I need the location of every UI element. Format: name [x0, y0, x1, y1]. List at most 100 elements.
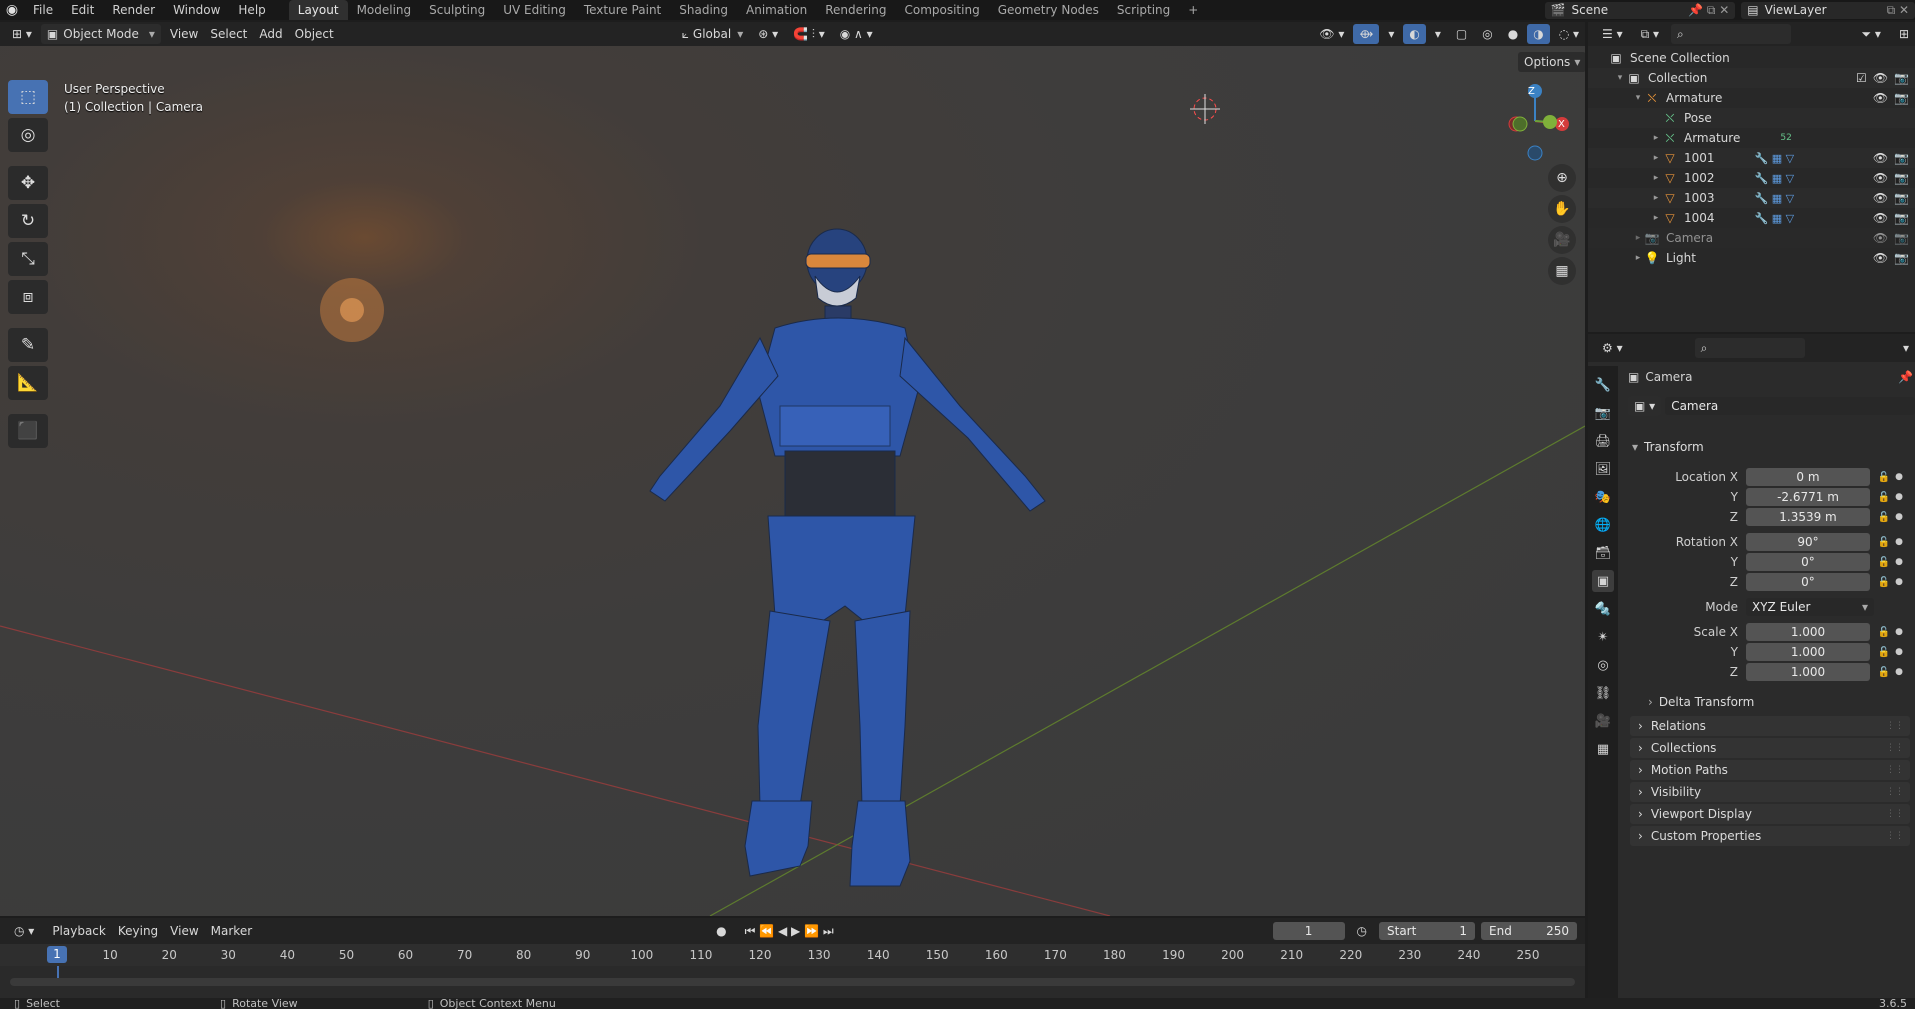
chevron-down-icon[interactable]: ▾ — [1897, 338, 1915, 358]
rotation-z-field[interactable]: 0° — [1746, 573, 1870, 591]
camera-render-icon[interactable]: 📷 — [1894, 211, 1909, 225]
tab-data[interactable]: 🎥 — [1592, 710, 1614, 732]
rotation-x-field[interactable]: 90° — [1746, 533, 1870, 551]
outliner-editor-type-icon[interactable]: ☰ ▾ — [1596, 24, 1629, 44]
gizmo-toggle-icon[interactable]: ⟴ — [1353, 24, 1380, 44]
panel-collections[interactable]: › Collections ⋮⋮ — [1630, 738, 1910, 758]
keyframe-dot-icon[interactable]: ● — [1894, 472, 1904, 482]
drag-handle-icon[interactable]: ⋮⋮ — [1886, 765, 1904, 775]
visibility-icon[interactable]: 👁 ▾ — [1313, 24, 1350, 44]
tab-uv-editing[interactable]: UV Editing — [494, 0, 575, 20]
display-mode-icon[interactable]: ⧉ ▾ — [1635, 24, 1665, 44]
outliner-row-pose[interactable]: ⛌ Pose — [1588, 108, 1915, 128]
rotate-tool[interactable]: ↻ — [8, 204, 48, 238]
eye-icon[interactable]: 👁 — [1873, 211, 1888, 225]
properties-editor-type-icon[interactable]: ⚙ ▾ — [1596, 338, 1629, 358]
options-dropdown[interactable]: Options ▾ — [1518, 52, 1585, 72]
tab-modifiers[interactable]: 🔩 — [1592, 598, 1614, 620]
timeline-menu-playback[interactable]: Playback — [46, 921, 112, 941]
lock-icon[interactable]: 🔓 — [1874, 667, 1894, 678]
annotate-tool[interactable]: ✎ — [8, 328, 48, 362]
outliner-row-light[interactable]: ▸ 💡 Light 👁 📷 — [1588, 248, 1915, 268]
properties-search-field[interactable]: ⌕ — [1694, 338, 1805, 358]
scale-tool[interactable]: ⤡ — [8, 242, 48, 276]
wireframe-shading-icon[interactable]: ◎ — [1476, 24, 1498, 44]
keyframe-dot-icon[interactable]: ● — [1894, 512, 1904, 522]
menu-help[interactable]: Help — [229, 0, 274, 20]
lock-icon[interactable]: 🔓 — [1874, 627, 1894, 638]
drag-handle-icon[interactable]: ⋮⋮ — [1886, 743, 1904, 753]
eye-icon[interactable]: 👁 — [1873, 231, 1888, 245]
view-layer-selector[interactable]: ▤ ViewLayer ⧉ ✕ — [1741, 1, 1915, 19]
delta-transform-subpanel[interactable]: › Delta Transform — [1648, 695, 1754, 709]
outliner-row-1001[interactable]: ▸ ▽ 1001 🔧 ▦ ▽ 👁 📷 — [1588, 148, 1915, 168]
keyframe-dot-icon[interactable]: ● — [1894, 492, 1904, 502]
tab-scene[interactable]: 🎭 — [1592, 486, 1614, 508]
tab-rendering[interactable]: Rendering — [816, 0, 895, 20]
proportional-edit-icon[interactable]: ◉ ∧ ▾ — [834, 24, 879, 44]
keyframe-dot-icon[interactable]: ● — [1894, 667, 1904, 677]
tab-scripting[interactable]: Scripting — [1108, 0, 1179, 20]
xray-icon[interactable]: ▢ — [1450, 24, 1473, 44]
lock-icon[interactable]: 🔓 — [1874, 647, 1894, 658]
3d-viewport[interactable]: Z X User Perspective (1) Collection | Ca… — [0, 46, 1585, 916]
gizmo-dropdown-icon[interactable]: ▾ — [1382, 24, 1400, 44]
outliner-row-1003[interactable]: ▸ ▽ 1003 🔧 ▦ ▽ 👁 📷 — [1588, 188, 1915, 208]
add-workspace-button[interactable]: + — [1179, 0, 1207, 20]
tab-render[interactable]: 📷 — [1592, 402, 1614, 424]
pan-button[interactable]: ✋ — [1548, 195, 1576, 223]
expand-arrow-icon[interactable]: ▸ — [1650, 213, 1662, 223]
scene-selector[interactable]: 🎬 Scene 📌 ⧉ ✕ — [1544, 1, 1736, 19]
outliner-row-armature[interactable]: ▾ ⛌ Armature 👁 📷 — [1588, 88, 1915, 108]
drag-handle-icon[interactable]: ⋮⋮ — [1886, 721, 1904, 731]
lock-icon[interactable]: 🔓 — [1874, 537, 1894, 548]
camera-render-icon[interactable]: 📷 — [1894, 191, 1909, 205]
transform-panel-header[interactable]: ▾ Transform — [1632, 440, 1704, 454]
eye-icon[interactable]: 👁 — [1873, 191, 1888, 205]
new-collection-icon[interactable]: ⊞ — [1893, 24, 1915, 44]
drag-handle-icon[interactable]: ⋮⋮ — [1886, 787, 1904, 797]
zoom-button[interactable]: ⊕ — [1548, 164, 1576, 192]
lock-icon[interactable]: 🔓 — [1874, 577, 1894, 588]
tab-texture[interactable]: ▦ — [1592, 738, 1614, 760]
tab-modeling[interactable]: Modeling — [348, 0, 421, 20]
tab-geometry-nodes[interactable]: Geometry Nodes — [989, 0, 1108, 20]
keyframe-dot-icon[interactable]: ● — [1894, 647, 1904, 657]
blender-logo-icon[interactable]: ◉ — [0, 2, 24, 18]
tab-output[interactable]: 🖨 — [1592, 430, 1614, 452]
outliner-row-camera[interactable]: ▸ 📷 Camera 👁 📷 — [1588, 228, 1915, 248]
expand-arrow-icon[interactable]: ▸ — [1632, 233, 1644, 243]
scale-y-field[interactable]: 1.000 — [1746, 643, 1870, 661]
camera-render-icon[interactable]: 📷 — [1894, 151, 1909, 165]
mode-dropdown[interactable]: ▣ Object Mode ▾ — [40, 24, 161, 44]
outliner-search-field[interactable]: ⌕ — [1671, 24, 1792, 44]
lock-icon[interactable]: 🔓 — [1874, 492, 1894, 503]
outliner-row-1004[interactable]: ▸ ▽ 1004 🔧 ▦ ▽ 👁 📷 — [1588, 208, 1915, 228]
overlay-toggle-icon[interactable]: ◐ — [1403, 24, 1426, 44]
rotation-mode-dropdown[interactable]: XYZ Euler ▾ — [1746, 598, 1874, 616]
lock-icon[interactable]: 🔓 — [1874, 472, 1894, 483]
filter-icon[interactable]: ⏷ ▾ — [1855, 24, 1886, 44]
expand-arrow-icon[interactable]: ▸ — [1650, 173, 1662, 183]
measure-tool[interactable]: 📐 — [8, 366, 48, 400]
panel-motion-paths[interactable]: › Motion Paths ⋮⋮ — [1630, 760, 1910, 780]
overlay-dropdown-icon[interactable]: ▾ — [1429, 24, 1447, 44]
camera-render-icon[interactable]: 📷 — [1894, 171, 1909, 185]
tab-constraints[interactable]: ⛓ — [1592, 682, 1614, 704]
menu-file[interactable]: File — [24, 0, 62, 20]
expand-arrow-icon[interactable]: ▸ — [1650, 193, 1662, 203]
auto-keying-icon[interactable]: ● — [710, 921, 732, 941]
timeline-editor-type-icon[interactable]: ◷ ▾ — [8, 921, 40, 941]
viewport-menu-add[interactable]: Add — [253, 24, 288, 44]
eye-icon[interactable]: 👁 — [1873, 171, 1888, 185]
tab-shading[interactable]: Shading — [670, 0, 737, 20]
panel-visibility[interactable]: › Visibility ⋮⋮ — [1630, 782, 1910, 802]
pin-icon[interactable]: 📌 — [1898, 370, 1913, 384]
orientation-dropdown[interactable]: ⟀ Global ▾ — [676, 24, 750, 44]
object-type-dropdown[interactable]: ▣ ▾ — [1628, 396, 1662, 416]
tab-layout[interactable]: Layout — [288, 0, 348, 20]
snap-icon[interactable]: 🧲 ⫶ ▾ — [787, 24, 831, 44]
tab-animation[interactable]: Animation — [737, 0, 816, 20]
expand-arrow-icon[interactable]: ▾ — [1614, 73, 1626, 83]
eye-icon[interactable]: 👁 — [1873, 71, 1888, 85]
